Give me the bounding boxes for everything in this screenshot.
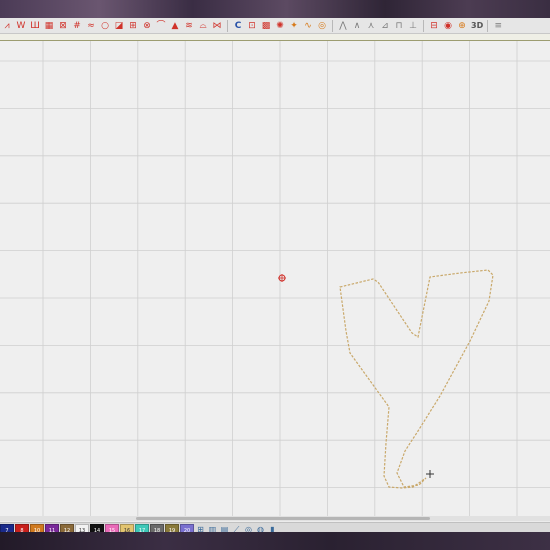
tatami-tool[interactable]: ⋈	[211, 20, 223, 32]
peak-tool[interactable]: ⋏	[365, 20, 377, 32]
ruler-strip	[0, 34, 550, 41]
toolbar-menu-icon[interactable]: ≡	[492, 20, 504, 32]
color-wheel-tool[interactable]: ◉	[442, 20, 454, 32]
ring-tool[interactable]: ○	[99, 20, 111, 32]
compass-tool[interactable]: ⋀	[337, 20, 349, 32]
lattice-tool[interactable]: ⊞	[127, 20, 139, 32]
fill-pattern-tool[interactable]: ▦	[43, 20, 55, 32]
grid-toggle-tool[interactable]: ⊟	[428, 20, 440, 32]
running-stitch-tool[interactable]: Ш	[29, 20, 41, 32]
chart-tool[interactable]: ⊿	[379, 20, 391, 32]
stitch-path-tool[interactable]: ⊡	[246, 20, 258, 32]
angle-tool[interactable]: ∧	[351, 20, 363, 32]
origin-marker[interactable]	[278, 274, 286, 282]
satin-column-tool[interactable]: ⩘	[1, 20, 13, 32]
toolbar-separator	[487, 19, 489, 32]
embroidery-editor-window: ⩘ W Ш ▦ ⊠ # ≈ ○ ◪ ⊞ ⊗ ⌒ ▲ ≋ ⌓ ⋈ C ⊡ ▩ ✺ ✦ ∿ ◎ ⋀ ∧ ⋏ ⊿ ⊓ ⊥ ⊟ ◉ ⊕ 3D ≡ 7 8 10…	[0, 18, 550, 536]
desktop-background-top	[0, 0, 550, 20]
scallop-tool[interactable]: ⌓	[197, 20, 209, 32]
wave-fill-tool[interactable]: ≈	[85, 20, 97, 32]
grid-fill-tool[interactable]: #	[71, 20, 83, 32]
toolbar-separator	[423, 19, 424, 32]
radial-fill-tool[interactable]: ✺	[274, 20, 286, 32]
star-tool[interactable]: ✦	[288, 20, 300, 32]
desktop-background-bottom	[0, 532, 550, 550]
diamond-fill-tool[interactable]: ⊗	[141, 20, 153, 32]
zoom-tool[interactable]: ⊕	[456, 20, 468, 32]
hoop-tool[interactable]: ⊓	[393, 20, 405, 32]
toolbar-separator	[332, 19, 333, 32]
horizontal-scrollbar-thumb[interactable]	[136, 517, 430, 520]
zigzag-tool[interactable]: W	[15, 20, 27, 32]
weave-tool[interactable]: ▩	[260, 20, 272, 32]
stitch-toolbar: ⩘ W Ш ▦ ⊠ # ≈ ○ ◪ ⊞ ⊗ ⌒ ▲ ≋ ⌓ ⋈ C ⊡ ▩ ✺ ✦ ∿ ◎ ⋀ ∧ ⋏ ⊿ ⊓ ⊥ ⊟ ◉ ⊕ 3D ≡	[0, 18, 550, 34]
design-canvas[interactable]	[0, 41, 550, 516]
crosshair-cursor-icon	[426, 470, 434, 478]
canvas-grid	[0, 41, 550, 516]
arch-tool[interactable]: ⌒	[155, 20, 167, 32]
cross-stitch-tool[interactable]: ⊠	[57, 20, 69, 32]
crescent-tool[interactable]: C	[232, 20, 244, 32]
motif-tool[interactable]: ◪	[113, 20, 125, 32]
triangle-fill-tool[interactable]: ▲	[169, 20, 181, 32]
design-outline-shape[interactable]	[339, 269, 494, 489]
view-3d-button[interactable]: 3D	[471, 21, 483, 30]
spiral-tool[interactable]: ◎	[316, 20, 328, 32]
measure-tool[interactable]: ⊥	[407, 20, 419, 32]
toolbar-separator	[227, 19, 228, 32]
chevron-tool[interactable]: ≋	[183, 20, 195, 32]
horizontal-scrollbar[interactable]	[0, 516, 550, 521]
wave-line-tool[interactable]: ∿	[302, 20, 314, 32]
